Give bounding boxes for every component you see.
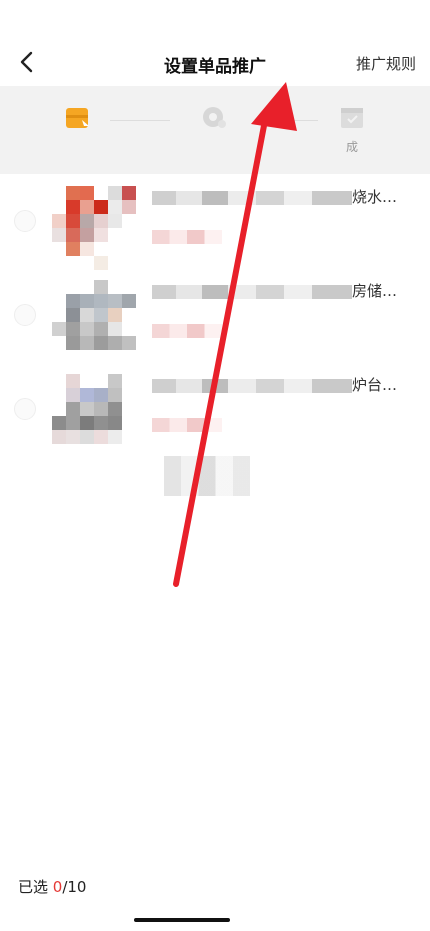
- product-title: 房储…: [152, 280, 414, 301]
- step-1-label: [18, 138, 138, 152]
- select-checkbox[interactable]: [14, 304, 36, 326]
- selection-counter: 已选 0/10: [18, 876, 86, 897]
- product-thumbnail: [52, 280, 138, 366]
- header-bar: 设置单品推广 推广规则: [0, 0, 430, 86]
- select-checkbox[interactable]: [14, 398, 36, 420]
- product-item[interactable]: 炉台…: [0, 362, 430, 456]
- step-3: 成: [292, 104, 412, 154]
- selected-label: 已选: [18, 878, 53, 896]
- step-2: [154, 104, 274, 152]
- product-thumbnail: [52, 374, 138, 460]
- package-icon: [66, 108, 89, 128]
- product-title: 烧水…: [152, 186, 414, 207]
- promotion-rules-link[interactable]: 推广规则: [356, 53, 416, 74]
- redacted-text: [152, 190, 352, 205]
- step-3-label: 成: [345, 140, 358, 154]
- redacted-text: [152, 378, 352, 393]
- product-title: 炉台…: [152, 374, 414, 395]
- home-indicator[interactable]: [134, 918, 230, 922]
- step-indicator: 成: [0, 86, 430, 174]
- product-thumbnail: [52, 186, 138, 272]
- redacted-text: [152, 284, 352, 299]
- product-price: [152, 230, 222, 244]
- redacted-content: [164, 456, 250, 496]
- product-price: [152, 418, 222, 432]
- select-checkbox[interactable]: [14, 210, 36, 232]
- completed-box-icon: [341, 108, 363, 128]
- selected-max: /10: [62, 878, 87, 896]
- product-item[interactable]: 烧水…: [0, 174, 430, 270]
- gear-icon: [203, 107, 226, 128]
- product-price: [152, 324, 222, 338]
- product-list: 烧水… 房储… 炉台…: [0, 174, 430, 456]
- step-1: [18, 104, 138, 152]
- selected-count: 0: [52, 878, 63, 896]
- step-2-label: [154, 138, 274, 152]
- product-item[interactable]: 房储…: [0, 268, 430, 362]
